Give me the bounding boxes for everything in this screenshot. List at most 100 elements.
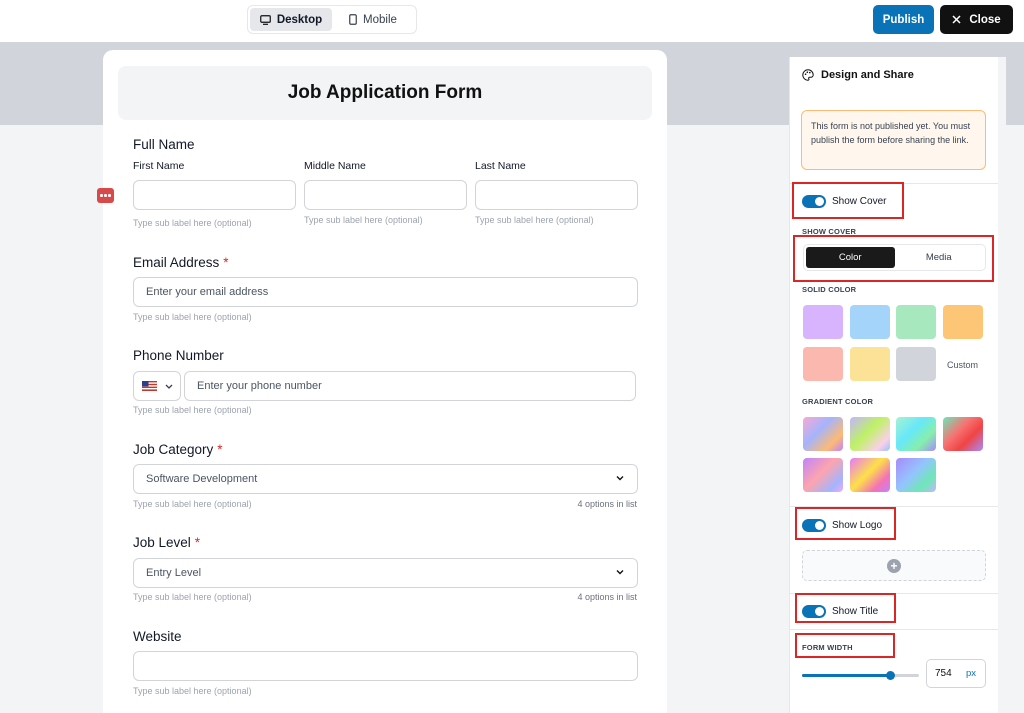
show-cover-label: Show Cover — [832, 196, 887, 207]
job-level-label[interactable]: Job Level * — [133, 535, 200, 550]
form-width-value: 754 — [935, 668, 952, 679]
solid-color-swatch-green[interactable] — [896, 305, 936, 339]
close-button[interactable]: Close — [940, 5, 1013, 34]
gradient-swatch-5[interactable] — [803, 458, 843, 492]
solid-color-section-label: SOLID COLOR — [802, 285, 857, 294]
chevron-down-icon — [165, 384, 173, 389]
custom-color-button[interactable]: Custom — [947, 360, 978, 370]
gradient-swatch-7[interactable] — [896, 458, 936, 492]
palette-icon — [802, 69, 814, 81]
country-flag — [134, 381, 173, 391]
job-level-select[interactable]: Entry Level — [133, 558, 638, 588]
job-category-select[interactable]: Software Development — [133, 464, 638, 494]
country-code-select[interactable] — [133, 371, 181, 401]
slider-handle[interactable] — [886, 671, 896, 680]
panel-header: Design and Share — [802, 69, 914, 81]
mobile-icon — [349, 14, 357, 25]
toggle-switch[interactable] — [802, 519, 826, 532]
view-toggle: Desktop Mobile — [247, 5, 417, 34]
job-category-value: Software Development — [146, 473, 258, 485]
gradient-swatch-4[interactable] — [943, 417, 983, 451]
last-name-hint[interactable]: Type sub label here (optional) — [475, 215, 594, 225]
job-category-label[interactable]: Job Category * — [133, 442, 223, 457]
close-icon — [952, 15, 961, 24]
solid-color-swatch-orange[interactable] — [943, 305, 983, 339]
first-name-hint[interactable]: Type sub label here (optional) — [133, 218, 252, 228]
desktop-view-label: Desktop — [276, 13, 323, 26]
first-name-label: First Name — [133, 160, 185, 172]
gradient-swatch-6[interactable] — [850, 458, 890, 492]
divider — [790, 183, 999, 184]
form-preview-card: Job Application Form Full Name First Nam… — [103, 50, 667, 713]
gradient-swatch-2[interactable] — [850, 417, 890, 451]
phone-hint[interactable]: Type sub label here (optional) — [133, 405, 252, 415]
full-name-label[interactable]: Full Name — [133, 137, 195, 152]
phone-input[interactable]: Enter your phone number — [184, 371, 636, 401]
toggle-switch[interactable] — [802, 195, 826, 208]
phone-label[interactable]: Phone Number — [133, 348, 224, 363]
close-button-label: Close — [969, 13, 1001, 26]
mobile-view-label: Mobile — [363, 13, 397, 26]
cover-media-option[interactable]: Media — [895, 247, 984, 268]
mobile-view-button[interactable]: Mobile — [332, 8, 414, 31]
show-logo-toggle[interactable]: Show Logo — [802, 519, 882, 532]
monitor-icon — [259, 14, 271, 25]
logo-upload-area[interactable]: + — [802, 550, 986, 581]
show-title-toggle[interactable]: Show Title — [802, 605, 878, 618]
website-label[interactable]: Website — [133, 629, 182, 644]
toggle-switch[interactable] — [802, 605, 826, 618]
email-label-text: Email Address — [133, 255, 220, 270]
last-name-label: Last Name — [475, 160, 526, 172]
email-label[interactable]: Email Address * — [133, 255, 229, 270]
required-mark: * — [223, 255, 229, 270]
solid-color-swatch-yellow[interactable] — [850, 347, 890, 381]
email-input[interactable]: Enter your email address — [133, 277, 638, 307]
form-width-input[interactable]: 754 px — [926, 659, 986, 688]
job-category-hint[interactable]: Type sub label here (optional) — [133, 499, 252, 509]
chevron-down-icon — [616, 570, 624, 575]
cover-type-selector: Color Media — [803, 244, 986, 271]
desktop-view-button[interactable]: Desktop — [250, 8, 332, 31]
gradient-color-section-label: GRADIENT COLOR — [802, 397, 874, 406]
middle-name-input[interactable] — [304, 180, 467, 210]
gradient-swatch-3[interactable] — [896, 417, 936, 451]
form-width-section-label: FORM WIDTH — [802, 643, 853, 652]
job-level-label-text: Job Level — [133, 535, 191, 550]
middle-name-label: Middle Name — [304, 160, 366, 172]
job-category-option-count: 4 options in list — [577, 499, 637, 509]
design-share-panel: Design and Share This form is not publis… — [789, 57, 999, 713]
solid-color-swatch-pink[interactable] — [803, 347, 843, 381]
job-level-value: Entry Level — [146, 567, 202, 579]
panel-title: Design and Share — [821, 69, 914, 81]
divider — [790, 593, 999, 594]
show-cover-toggle[interactable]: Show Cover — [802, 195, 886, 208]
required-mark: * — [194, 535, 201, 550]
job-level-hint[interactable]: Type sub label here (optional) — [133, 592, 252, 602]
website-hint[interactable]: Type sub label here (optional) — [133, 686, 252, 696]
form-title[interactable]: Job Application Form — [118, 66, 652, 120]
chevron-down-icon — [616, 476, 624, 481]
unpublished-notice: This form is not published yet. You must… — [801, 110, 986, 170]
cover-color-option[interactable]: Color — [806, 247, 895, 268]
form-width-slider[interactable] — [802, 671, 919, 680]
email-hint[interactable]: Type sub label here (optional) — [133, 312, 252, 322]
show-title-label: Show Title — [832, 606, 879, 617]
solid-color-swatch-gray[interactable] — [896, 347, 936, 381]
show-logo-label: Show Logo — [832, 520, 883, 531]
middle-name-hint[interactable]: Type sub label here (optional) — [304, 215, 423, 225]
required-mark: * — [217, 442, 223, 457]
first-name-input[interactable] — [133, 180, 296, 210]
website-input[interactable] — [133, 651, 638, 681]
publish-button[interactable]: Publish — [873, 5, 934, 34]
gradient-swatch-1[interactable] — [803, 417, 843, 451]
slider-fill — [802, 674, 891, 677]
panel-scrollbar[interactable] — [998, 57, 1006, 713]
job-level-option-count: 4 options in list — [577, 592, 637, 602]
field-options-handle[interactable] — [97, 188, 114, 203]
solid-color-swatch-purple[interactable] — [803, 305, 843, 339]
job-category-label-text: Job Category — [133, 442, 214, 457]
us-flag-icon — [142, 381, 157, 391]
last-name-input[interactable] — [475, 180, 638, 210]
solid-color-swatch-blue[interactable] — [850, 305, 890, 339]
divider — [790, 506, 999, 507]
